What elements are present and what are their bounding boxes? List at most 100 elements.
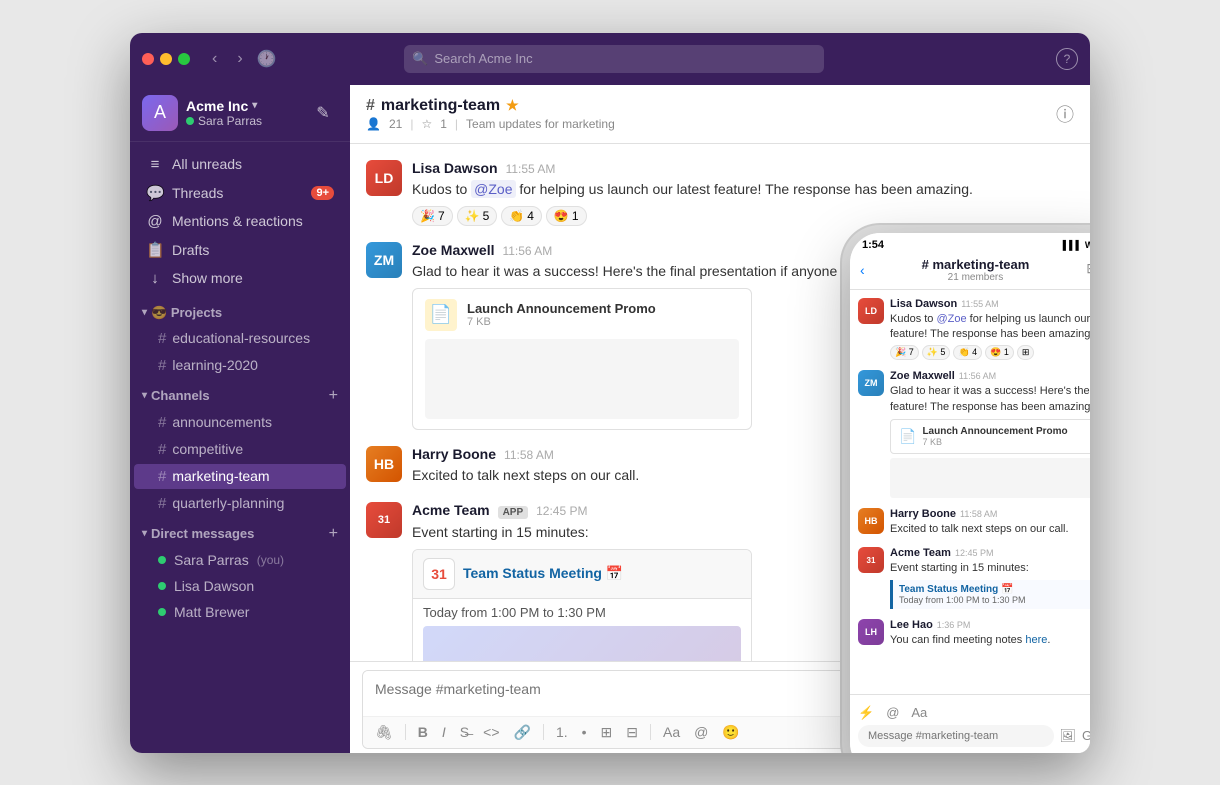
drafts-icon: 📋 <box>146 241 164 259</box>
channel-name: learning-2020 <box>172 357 258 373</box>
sidebar-item-mentions[interactable]: @ Mentions & reactions <box>134 208 346 235</box>
phone-msg-2: ZM Zoe Maxwell 11:56 AM Glad to hear it … <box>858 370 1090 498</box>
phone-format-icon[interactable]: Aa <box>911 705 927 721</box>
add-dm-button[interactable]: + <box>329 525 338 543</box>
channel-item-learning[interactable]: # learning-2020 <box>134 353 346 378</box>
projects-section-header[interactable]: ▾ 😎 Projects <box>130 297 350 325</box>
channel-item-quarterly[interactable]: # quarterly-planning <box>134 491 346 516</box>
bold-button[interactable]: B <box>414 721 432 743</box>
file-name: Launch Announcement Promo <box>467 301 656 316</box>
reaction-clap[interactable]: 👏 4 <box>501 206 542 226</box>
minimize-button[interactable] <box>160 53 172 65</box>
phone-msg-time: 12:45 PM <box>955 548 994 558</box>
channel-item-marketing-team[interactable]: # marketing-team <box>134 464 346 489</box>
dm-chevron: ▾ <box>142 528 147 539</box>
code-button[interactable]: <> <box>479 721 503 743</box>
attach-button[interactable]: 🖇 <box>371 721 397 744</box>
maximize-button[interactable] <box>178 53 190 65</box>
phone-message-input[interactable] <box>858 725 1054 747</box>
emoji-button[interactable]: 🙂 <box>718 721 743 744</box>
channel-name: competitive <box>172 441 243 457</box>
link-button[interactable]: 🔗 <box>510 721 535 744</box>
link[interactable]: here <box>1025 634 1047 646</box>
phone-msg-5: LH Lee Hao 1:36 PM You can find meeting … <box>858 619 1090 648</box>
dm-item-matt[interactable]: Matt Brewer <box>134 600 346 624</box>
workspace-name[interactable]: Acme Inc ▾ <box>186 98 262 114</box>
phone-msg-author: Lisa Dawson <box>890 298 957 310</box>
event-image <box>423 626 741 661</box>
channels-section-header[interactable]: ▾ Channels + <box>130 379 350 409</box>
phone-reaction[interactable]: 👏 4 <box>953 345 982 360</box>
file-preview <box>425 339 739 419</box>
sidebar: A Acme Inc ▾ Sara Parras ✎ <box>130 85 350 753</box>
phone-reaction[interactable]: ✨ 5 <box>922 345 951 360</box>
mentions-label: Mentions & reactions <box>172 213 303 229</box>
forward-button[interactable]: › <box>231 46 248 72</box>
phone-back-button[interactable]: ‹ <box>860 262 865 278</box>
you-tag: (you) <box>257 553 284 567</box>
phone-video-icon[interactable]: ⊞ <box>1086 260 1090 280</box>
phone-channel-members: 21 members <box>873 272 1079 283</box>
reaction-sparkle[interactable]: ✨ 5 <box>457 206 498 226</box>
strikethrough-button[interactable]: S̶ <box>456 721 473 743</box>
info-button[interactable]: ⓘ <box>1056 101 1074 127</box>
outdent-button[interactable]: ⊟ <box>622 721 642 744</box>
phone-reaction[interactable]: 🎉 7 <box>890 345 919 360</box>
phone-msg-content: Lee Hao 1:36 PM You can find meeting not… <box>890 619 1090 648</box>
reactions: 🎉 7 ✨ 5 👏 4 😍 1 <box>412 206 1074 226</box>
dm-item-sara[interactable]: Sara Parras (you) <box>134 548 346 572</box>
text-format-button[interactable]: Aa <box>659 721 684 743</box>
phone-reaction[interactable]: 😍 1 <box>985 345 1014 360</box>
reaction-love[interactable]: 😍 1 <box>546 206 587 226</box>
channel-item-competitive[interactable]: # competitive <box>134 437 346 462</box>
hash-icon: # <box>158 468 166 485</box>
indent-button[interactable]: ⊞ <box>597 721 617 744</box>
phone-image-icon[interactable]: 🖼 <box>1060 728 1077 744</box>
sidebar-item-show-more[interactable]: ↓ Show more <box>134 265 346 292</box>
toolbar-separator <box>405 724 406 740</box>
ordered-list-button[interactable]: 1. <box>552 721 572 743</box>
help-button[interactable]: ? <box>1056 48 1078 70</box>
file-icon: 📄 <box>425 299 457 331</box>
all-unreads-label: All unreads <box>172 156 242 172</box>
avatar-harry: HB <box>366 446 402 482</box>
event-name[interactable]: Team Status Meeting 📅 <box>463 565 623 582</box>
phone-msg-text: Kudos to @Zoe for helping us launch our … <box>890 312 1090 343</box>
phone-reaction[interactable]: ⊞ <box>1017 345 1035 360</box>
search-input[interactable] <box>404 45 824 73</box>
workspace-header: A Acme Inc ▾ Sara Parras ✎ <box>130 85 350 142</box>
back-button[interactable]: ‹ <box>206 46 223 72</box>
channel-item-educational[interactable]: # educational-resources <box>134 326 346 351</box>
reaction-party[interactable]: 🎉 7 <box>412 206 453 226</box>
msg-content: Lisa Dawson 11:55 AM Kudos to @Zoe for h… <box>412 160 1074 226</box>
channel-hash: # <box>366 97 375 115</box>
phone-gif-icon[interactable]: GIF <box>1082 728 1090 743</box>
compose-button[interactable]: ✎ <box>308 98 338 128</box>
dm-name: Sara Parras <box>174 552 249 568</box>
bullet-list-button[interactable]: • <box>578 721 591 743</box>
italic-button[interactable]: I <box>438 721 450 743</box>
phone-msg-content: Acme Team 12:45 PM Event starting in 15 … <box>890 547 1090 608</box>
dm-item-lisa[interactable]: Lisa Dawson <box>134 574 346 598</box>
hash-icon: # <box>158 357 166 374</box>
channel-item-announcements[interactable]: # announcements <box>134 410 346 435</box>
status-dot <box>186 117 194 125</box>
phone-msg-header: Zoe Maxwell 11:56 AM <box>890 370 1090 382</box>
phone-msg-author: Acme Team <box>890 547 951 559</box>
phone-msg-text: You can find meeting notes here. <box>890 633 1090 648</box>
sidebar-item-all-unreads[interactable]: ≡ All unreads <box>134 151 346 178</box>
phone-lightning-icon[interactable]: ⚡ <box>858 705 874 721</box>
add-channel-button[interactable]: + <box>329 387 338 405</box>
dm-section-header[interactable]: ▾ Direct messages + <box>130 517 350 547</box>
mention-button[interactable]: @ <box>690 721 712 743</box>
sidebar-item-threads[interactable]: 💬 Threads 9+ <box>134 179 346 207</box>
sidebar-item-drafts[interactable]: 📋 Drafts <box>134 236 346 264</box>
phone-channel-info: # marketing-team 21 members <box>873 257 1079 283</box>
close-button[interactable] <box>142 53 154 65</box>
msg-time: 12:45 PM <box>536 504 587 518</box>
phone-mention-icon[interactable]: @ <box>886 705 899 721</box>
workspace-chevron: ▾ <box>252 100 257 111</box>
channel-star[interactable]: ★ <box>506 97 519 114</box>
file-attachment: 📄 Launch Announcement Promo 7 KB <box>412 288 752 430</box>
phone-messages: LD Lisa Dawson 11:55 AM Kudos to @Zoe fo… <box>850 290 1090 694</box>
